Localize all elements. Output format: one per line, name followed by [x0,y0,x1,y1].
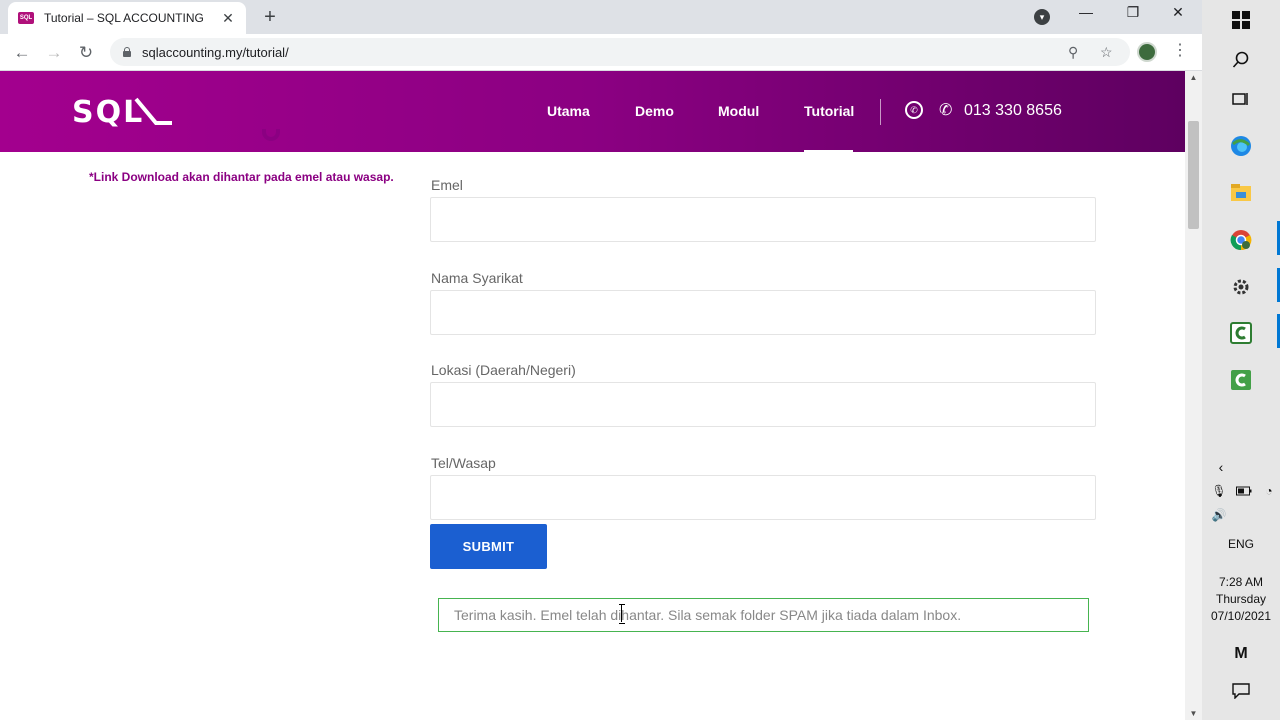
camtasia-icon[interactable] [1230,322,1252,344]
browser-window: SQL Tutorial – SQL ACCOUNTING ✕ + ▾ — ❐ … [0,0,1202,720]
new-tab-button[interactable]: + [258,6,282,30]
language-indicator[interactable]: ENG [1202,537,1280,551]
page-scrollbar[interactable]: ▲ ▼ [1185,71,1202,720]
scroll-down-icon[interactable]: ▼ [1185,709,1202,718]
nav-divider [880,99,881,125]
location-field[interactable] [430,382,1096,427]
browser-menu-icon[interactable]: ⋮ [1172,40,1188,60]
nav-modul[interactable]: Modul [718,103,759,119]
phone-label: Tel/Wasap [431,455,496,471]
whatsapp-icon[interactable]: ✆ [905,101,923,119]
page-viewport: SQL Utama Demo Modul Tutorial ✆ ✆ 013 33… [0,71,1185,720]
logo-swoosh-icon [134,97,172,125]
back-button[interactable]: ← [10,41,34,65]
bookmark-star-icon[interactable]: ☆ [1100,44,1113,61]
meet-now-icon[interactable]: M [1230,643,1252,665]
tab-title: Tutorial – SQL ACCOUNTING [44,11,204,25]
restore-button[interactable]: ❐ [1113,4,1153,21]
submit-button[interactable]: SUBMIT [430,524,547,569]
phone-number[interactable]: 013 330 8656 [964,102,1062,120]
search-icon[interactable] [1230,49,1252,71]
nav-tutorial[interactable]: Tutorial [804,103,854,119]
forward-button[interactable]: → [42,41,66,65]
windows-taskbar: ‹ 🎙 ◔ 🔊 ENG 7:28 AM Thursday 07/10/2021 … [1202,0,1280,720]
lock-icon [122,47,132,57]
text-cursor-icon [619,604,625,624]
file-explorer-icon[interactable] [1230,182,1252,204]
nav-utama[interactable]: Utama [547,103,590,119]
phone-icon: ✆ [939,102,953,119]
reload-button[interactable]: ↻ [74,41,98,65]
zoom-icon[interactable]: ⚲ [1068,44,1078,61]
wifi-icon[interactable]: ◔ [1258,480,1280,502]
active-nav-indicator [804,150,853,152]
notifications-icon[interactable] [1230,680,1252,702]
heading-fragment [262,129,284,143]
email-label: Emel [431,177,463,193]
phone-field[interactable] [430,475,1096,520]
tab-search-icon[interactable]: ▾ [1034,9,1050,25]
tab-bar: SQL Tutorial – SQL ACCOUNTING ✕ + ▾ — ❐ … [0,0,1202,34]
scroll-up-icon[interactable]: ▲ [1185,73,1202,82]
clock-date[interactable]: 07/10/2021 [1202,609,1280,623]
nav-demo[interactable]: Demo [635,103,674,119]
success-message: Terima kasih. Emel telah dihantar. Sila … [438,598,1089,632]
close-window-button[interactable]: ✕ [1158,4,1198,21]
address-bar[interactable]: sqlaccounting.my/tutorial/ ⚲ ☆ [110,38,1130,66]
browser-tab[interactable]: SQL Tutorial – SQL ACCOUNTING ✕ [8,2,246,34]
clock-time[interactable]: 7:28 AM [1202,575,1280,589]
site-header: SQL Utama Demo Modul Tutorial ✆ ✆ 013 33… [0,71,1185,152]
sql-favicon-icon: SQL [18,12,34,24]
clock-day[interactable]: Thursday [1202,592,1280,606]
microphone-icon[interactable]: 🎙 [1208,480,1230,502]
camtasia-recorder-icon[interactable] [1230,369,1252,391]
volume-icon[interactable]: 🔊 [1208,504,1230,526]
company-label: Nama Syarikat [431,270,523,286]
location-label: Lokasi (Daerah/Negeri) [431,362,576,378]
url-text: sqlaccounting.my/tutorial/ [142,44,289,60]
settings-icon[interactable] [1230,276,1252,298]
email-field[interactable] [430,197,1096,242]
windows-icon[interactable] [1230,9,1252,31]
company-field[interactable] [430,290,1096,335]
browser-toolbar: ← → ↻ sqlaccounting.my/tutorial/ ⚲ ☆ ⋮ [0,34,1202,71]
task-view-icon[interactable] [1230,88,1252,110]
edge-icon[interactable] [1230,135,1252,157]
profile-avatar[interactable] [1137,42,1157,62]
scroll-thumb[interactable] [1188,121,1199,229]
battery-icon[interactable] [1233,480,1255,502]
chrome-icon[interactable] [1230,229,1252,251]
close-tab-icon[interactable]: ✕ [220,10,236,27]
show-hidden-icon[interactable]: ‹ [1210,456,1232,478]
minimize-button[interactable]: — [1066,4,1106,20]
download-note: *Link Download akan dihantar pada emel a… [89,170,394,184]
